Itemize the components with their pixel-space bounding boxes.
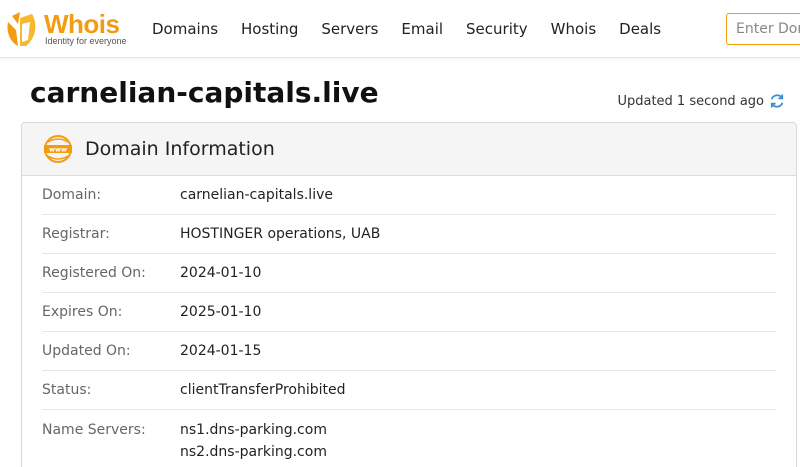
info-row-expires-on: Expires On: 2025-01-10 — [42, 293, 776, 332]
nav-hosting[interactable]: Hosting — [241, 20, 298, 38]
row-label: Domain: — [42, 187, 102, 203]
name-server-list: ns1.dns-parking.com ns2.dns-parking.com — [180, 419, 327, 463]
row-label: Expires On: — [42, 304, 123, 320]
info-row-status: Status: clientTransferProhibited — [42, 371, 776, 410]
nav-servers[interactable]: Servers — [321, 20, 378, 38]
row-value: carnelian-capitals.live — [180, 187, 333, 203]
row-value: 2024-01-15 — [180, 343, 262, 359]
row-label: Status: — [42, 382, 92, 398]
nav-domains[interactable]: Domains — [152, 20, 218, 38]
domain-info-header: www Domain Information — [22, 123, 796, 176]
logo-text: Whois Identity for everyone — [44, 8, 127, 47]
site-header: Whois Identity for everyone Domains Host… — [0, 0, 800, 58]
search-input[interactable]: Enter Domain or IP — [726, 13, 800, 45]
row-label: Updated On: — [42, 343, 131, 359]
info-row-registered-on: Registered On: 2024-01-10 — [42, 254, 776, 293]
brand-tagline: Identity for everyone — [45, 35, 127, 46]
domain-info-rows: Domain: carnelian-capitals.live Registra… — [22, 176, 796, 463]
page-title: carnelian-capitals.live — [30, 76, 379, 109]
info-row-name-servers: Name Servers: ns1.dns-parking.com ns2.dn… — [42, 410, 776, 463]
row-label: Registered On: — [42, 265, 146, 281]
row-value: clientTransferProhibited — [180, 382, 346, 398]
row-label: Name Servers: — [42, 422, 146, 438]
row-value: 2025-01-10 — [180, 304, 262, 320]
updated-text: Updated 1 second ago — [617, 93, 764, 109]
row-value: HOSTINGER operations, UAB — [180, 226, 381, 242]
name-server-1: ns1.dns-parking.com — [180, 422, 327, 438]
svg-text:www: www — [49, 146, 67, 154]
info-row-registrar: Registrar: HOSTINGER operations, UAB — [42, 215, 776, 254]
row-value: 2024-01-10 — [180, 265, 262, 281]
card-title: Domain Information — [85, 138, 275, 160]
brand-name: Whois — [44, 8, 120, 39]
nav-deals[interactable]: Deals — [619, 20, 661, 38]
updated-status: Updated 1 second ago — [617, 92, 786, 110]
row-label: Registrar: — [42, 226, 110, 242]
info-row-domain: Domain: carnelian-capitals.live — [42, 176, 776, 215]
info-row-updated-on: Updated On: 2024-01-15 — [42, 332, 776, 371]
domain-info-card: www Domain Information Domain: carnelian… — [21, 122, 797, 467]
nav-email[interactable]: Email — [401, 20, 443, 38]
whois-logo[interactable]: Whois Identity for everyone — [4, 9, 127, 49]
refresh-icon[interactable] — [768, 92, 786, 110]
www-icon: www — [44, 135, 72, 163]
logo-mark-icon — [7, 12, 36, 46]
main-nav: Domains Hosting Servers Email Security W… — [152, 0, 684, 58]
name-server-2: ns2.dns-parking.com — [180, 444, 327, 460]
nav-security[interactable]: Security — [466, 20, 528, 38]
nav-whois[interactable]: Whois — [551, 20, 597, 38]
